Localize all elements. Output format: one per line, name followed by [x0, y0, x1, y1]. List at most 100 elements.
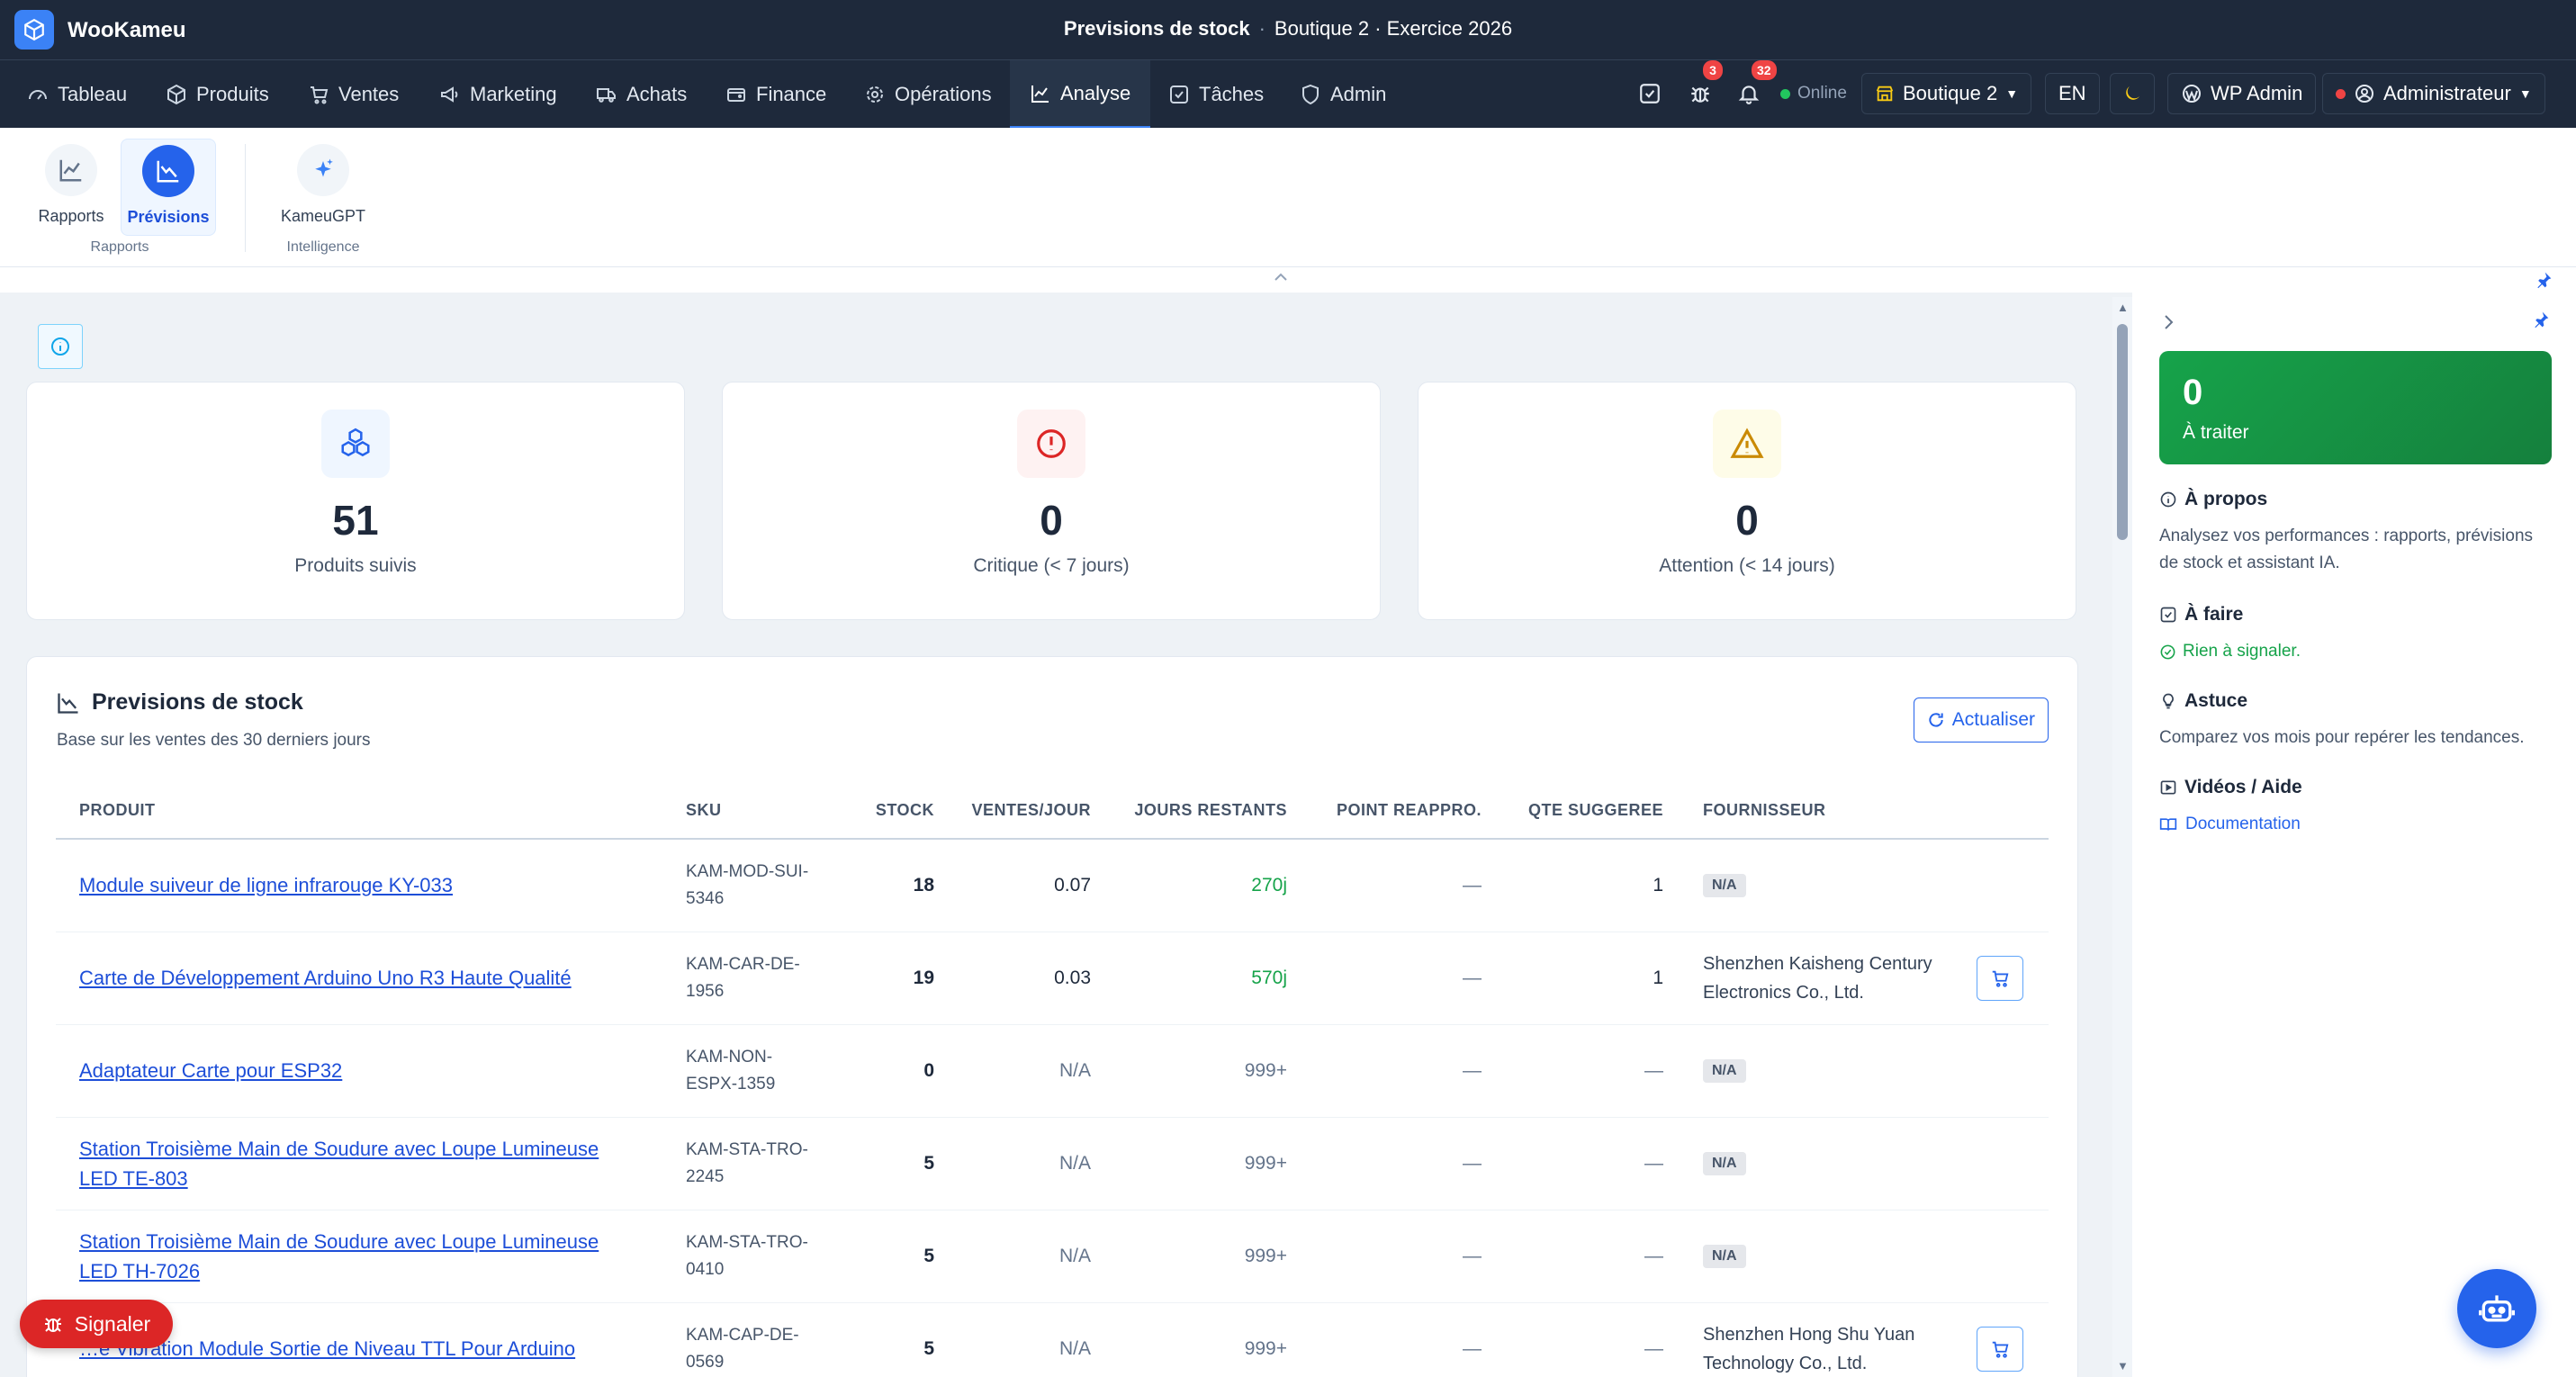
ribbon-previsions-button[interactable]: Prévisions [121, 139, 216, 236]
alert-circle-icon [1017, 410, 1085, 478]
main-scrollbar[interactable]: ▲ ▼ [2112, 297, 2132, 1377]
ribbon-rapports-button[interactable]: Rapports [23, 139, 119, 236]
user-icon [2355, 85, 2373, 103]
title-bar: WooKameu Previsions de stock · Boutique 2 … [0, 0, 2576, 59]
wordpress-icon [2183, 85, 2201, 103]
bug-badge: 3 [1703, 60, 1723, 80]
nav-ventes[interactable]: Ventes [288, 60, 419, 129]
bell-icon [1738, 86, 1760, 104]
stat-value: 0 [1040, 497, 1063, 544]
nav-operations[interactable]: Opérations [844, 60, 1012, 129]
suggested-qty: — [1494, 1117, 1676, 1210]
col-point-reappro[interactable]: POINT REAPPRO. [1300, 783, 1494, 840]
forecast-subtitle: Base sur les ventes des 30 derniers jour… [57, 731, 371, 750]
ribbon-group-intelligence: Intelligence [286, 239, 360, 255]
nav-marketing[interactable]: Marketing [419, 60, 577, 129]
refresh-button[interactable]: Actualiser [1913, 698, 2049, 742]
scroll-thumb[interactable] [2117, 324, 2128, 540]
product-link[interactable]: Station Troisième Main de Soudure avec L… [79, 1134, 637, 1193]
col-produit[interactable]: PRODUIT [56, 783, 686, 840]
refresh-icon [1929, 713, 1943, 727]
supplier-name: Shenzhen Kaisheng Century Electronics Co… [1703, 953, 1932, 1003]
nav-tableau[interactable]: Tableau [7, 60, 147, 129]
cart-icon [311, 86, 329, 104]
product-link[interactable]: Adaptateur Carte pour ESP32 [79, 1056, 342, 1085]
nav-achats[interactable]: Achats [576, 60, 707, 129]
store-icon [1876, 86, 1894, 102]
gear-icon [867, 86, 883, 103]
col-stock[interactable]: STOCK [857, 783, 947, 840]
documentation-link[interactable]: Documentation [2159, 811, 2555, 838]
supplier-na-badge: N/A [1703, 1059, 1746, 1083]
wp-admin-button[interactable]: WP Admin [2167, 73, 2317, 114]
stat-value: 51 [332, 497, 379, 544]
ribbon-collapse-bar[interactable] [0, 267, 2576, 292]
info-icon [2160, 491, 2176, 508]
assistant-bot-button[interactable] [2457, 1269, 2536, 1348]
col-sku[interactable]: SKU [686, 783, 857, 840]
suggested-qty: — [1494, 1210, 1676, 1303]
info-button[interactable] [38, 324, 83, 369]
trending-down-icon [157, 160, 179, 183]
nav-admin[interactable]: Admin [1280, 60, 1406, 129]
table-row: …e Vibration Module Sortie de Niveau TTL… [56, 1302, 2049, 1377]
stat-card-tracked: 51 Produits suivis [26, 382, 685, 620]
nav-produits[interactable]: Produits [146, 60, 289, 129]
main-nav: Tableau Produits Ventes Marketing Achats… [0, 59, 2576, 129]
sales-per-day: 0.07 [947, 839, 1103, 932]
todo-card[interactable]: 0 À traiter [2159, 351, 2552, 464]
sku: KAM-CAP-DE-0569 [686, 1325, 799, 1372]
col-fournisseur[interactable]: FOURNISSEUR [1676, 783, 2049, 840]
product-link[interactable]: Carte de Développement Arduino Uno R3 Ha… [79, 963, 572, 993]
shield-icon [1302, 84, 1319, 105]
chevron-right-icon[interactable] [2159, 312, 2177, 332]
about-text: Analysez vos performances : rapports, pr… [2159, 526, 2534, 572]
suggested-qty: — [1494, 1302, 1676, 1377]
nav-finance[interactable]: Finance [706, 60, 846, 129]
days-left: 270j [1103, 839, 1300, 932]
nav-taches[interactable]: Tâches [1148, 60, 1283, 129]
user-menu[interactable]: Administrateur ▼ [2322, 73, 2545, 114]
reorder-point: — [1300, 839, 1494, 932]
ribbon-kameugpt-button[interactable]: KameuGPT [275, 139, 371, 236]
col-jours-restants[interactable]: JOURS RESTANTS [1103, 783, 1300, 840]
stock: 18 [857, 839, 947, 932]
megaphone-icon [441, 86, 458, 103]
chevron-down-icon: ▼ [2518, 86, 2532, 101]
scroll-up-icon[interactable]: ▲ [2117, 301, 2129, 314]
pin-icon[interactable] [2532, 310, 2550, 328]
col-ventes-jour[interactable]: VENTES/JOUR [947, 783, 1103, 840]
ribbon-divider [245, 144, 246, 252]
stock: 5 [857, 1210, 947, 1303]
warning-triangle-icon [1713, 410, 1781, 478]
suggested-qty: — [1494, 1024, 1676, 1118]
video-icon [2160, 780, 2176, 795]
sku: KAM-MOD-SUI-5346 [686, 861, 809, 908]
notifications-button[interactable]: 32 [1737, 60, 1777, 114]
tasks-check-button[interactable] [1638, 73, 1662, 114]
sales-per-day: N/A [947, 1210, 1103, 1303]
report-bug-button[interactable]: Signaler [20, 1300, 173, 1348]
check-square-icon [1640, 84, 1660, 104]
user-status-dot [2336, 88, 2346, 99]
table-row: Station Troisième Main de Soudure avec L… [56, 1117, 2049, 1210]
theme-toggle[interactable] [2110, 73, 2155, 114]
language-button[interactable]: EN [2045, 73, 2100, 114]
bug-button[interactable]: 3 [1689, 60, 1723, 114]
days-left: 999+ [1103, 1302, 1300, 1377]
sparkles-icon [315, 158, 333, 177]
order-cart-button[interactable] [1977, 955, 2023, 1001]
nav-analyse[interactable]: Analyse [1010, 60, 1151, 129]
scroll-down-icon[interactable]: ▼ [2117, 1359, 2129, 1372]
pin-icon[interactable] [2535, 271, 2553, 289]
order-cart-button[interactable] [1977, 1326, 2023, 1372]
product-link[interactable]: Module suiveur de ligne infrarouge KY-03… [79, 870, 453, 900]
product-link[interactable]: Station Troisième Main de Soudure avec L… [79, 1227, 637, 1286]
page-title: Previsions de stock [1063, 17, 1250, 40]
store-selector[interactable]: Boutique 2 ▼ [1861, 73, 2032, 114]
cart-icon [1992, 1341, 2009, 1358]
col-qte-suggeree[interactable]: QTE SUGGEREE [1494, 783, 1676, 840]
tip-heading: Astuce [2159, 690, 2247, 712]
page-context: Boutique 2 · Exercice 2026 [1274, 17, 1513, 40]
sku: KAM-NON-ESPX-1359 [686, 1047, 776, 1094]
